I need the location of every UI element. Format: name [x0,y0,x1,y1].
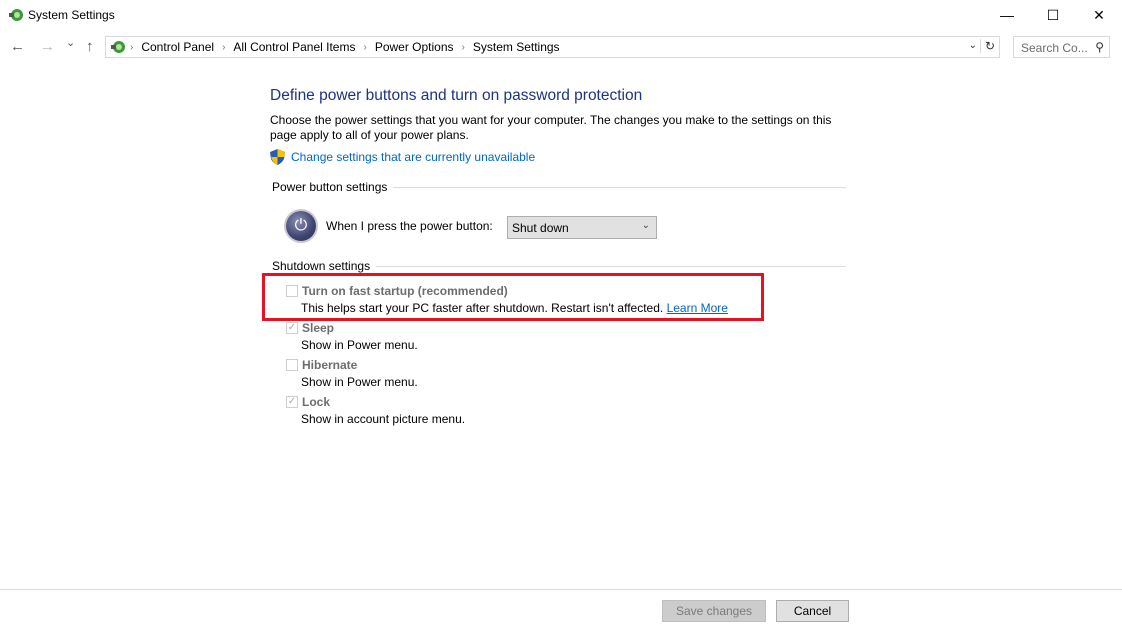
power-button-settings-group: Power button settings [272,180,846,194]
control-panel-icon [111,41,125,53]
shutdown-settings-group: Shutdown settings [272,259,846,273]
power-button-action-select[interactable]: Shut down ⌄ [507,216,657,239]
recent-locations-button[interactable]: ⌄ [66,36,75,49]
lock-checkbox[interactable]: ✓ [286,396,298,408]
forward-button[interactable]: → [40,38,55,55]
close-button[interactable]: ✕ [1076,0,1122,30]
fast-startup-checkbox[interactable] [286,285,298,297]
refresh-icon[interactable]: ↻ [979,39,995,53]
chevron-right-icon: › [222,41,226,53]
power-button-row: ⏻ When I press the power button: [286,211,493,241]
minimize-button[interactable]: — [984,0,1030,30]
check-icon: ✓ [287,396,297,407]
uac-shield-icon [270,149,285,165]
check-icon: ✓ [287,322,297,333]
chevron-down-icon: ⌄ [641,220,650,231]
learn-more-link[interactable]: Learn More [667,301,728,315]
group-label: Power button settings [272,180,388,194]
group-label: Shutdown settings [272,259,371,273]
divider [393,186,846,188]
change-settings-link-row[interactable]: Change settings that are currently unava… [270,149,535,165]
divider [376,265,846,267]
title-bar: System Settings — ☐ ✕ [0,0,1122,30]
option-description: This helps start your PC faster after sh… [301,301,728,315]
maximize-button[interactable]: ☐ [1030,0,1076,30]
save-changes-button[interactable]: Save changes [662,600,766,622]
power-options-icon [9,9,23,21]
select-value: Shut down [512,221,569,235]
page-description: Choose the power settings that you want … [270,113,832,142]
breadcrumb-all-items[interactable]: All Control Panel Items [233,40,355,54]
change-settings-link[interactable]: Change settings that are currently unava… [291,150,535,164]
sleep-checkbox[interactable]: ✓ [286,322,298,334]
option-description: Show in Power menu. [301,338,418,352]
power-button-label: When I press the power button: [326,219,493,233]
option-description: Show in Power menu. [301,375,418,389]
search-icon: ⚲ [1095,40,1104,54]
window-title: System Settings [28,8,115,22]
chevron-right-icon: › [363,41,367,53]
back-button[interactable]: ← [10,38,25,55]
search-placeholder: Search Co... [1021,41,1088,55]
breadcrumb-system-settings[interactable]: System Settings [473,40,560,54]
breadcrumb-power-options[interactable]: Power Options [375,40,454,54]
power-icon: ⏻ [286,211,316,241]
cancel-button[interactable]: Cancel [776,600,849,622]
search-input[interactable]: Search Co... ⚲ [1013,36,1110,58]
option-title: Hibernate [302,358,358,372]
breadcrumb: › Control Panel › All Control Panel Item… [130,40,560,54]
chevron-right-icon: › [130,41,134,53]
option-title: Turn on fast startup (recommended) [302,284,508,298]
page-title: Define power buttons and turn on passwor… [270,87,643,104]
up-button[interactable]: ↑ [86,38,94,55]
chevron-right-icon: › [461,41,465,53]
minimize-icon: — [1000,7,1014,23]
footer-divider [0,589,1122,590]
close-icon: ✕ [1093,6,1105,23]
breadcrumb-control-panel[interactable]: Control Panel [141,40,214,54]
option-title: Sleep [302,321,335,335]
address-dropdown-icon[interactable]: ⌄ [969,40,977,51]
option-description: Show in account picture menu. [301,412,466,426]
hibernate-checkbox[interactable] [286,359,298,371]
maximize-icon: ☐ [1046,6,1060,23]
address-bar[interactable]: › Control Panel › All Control Panel Item… [105,36,1000,58]
option-title: Lock [302,395,331,409]
